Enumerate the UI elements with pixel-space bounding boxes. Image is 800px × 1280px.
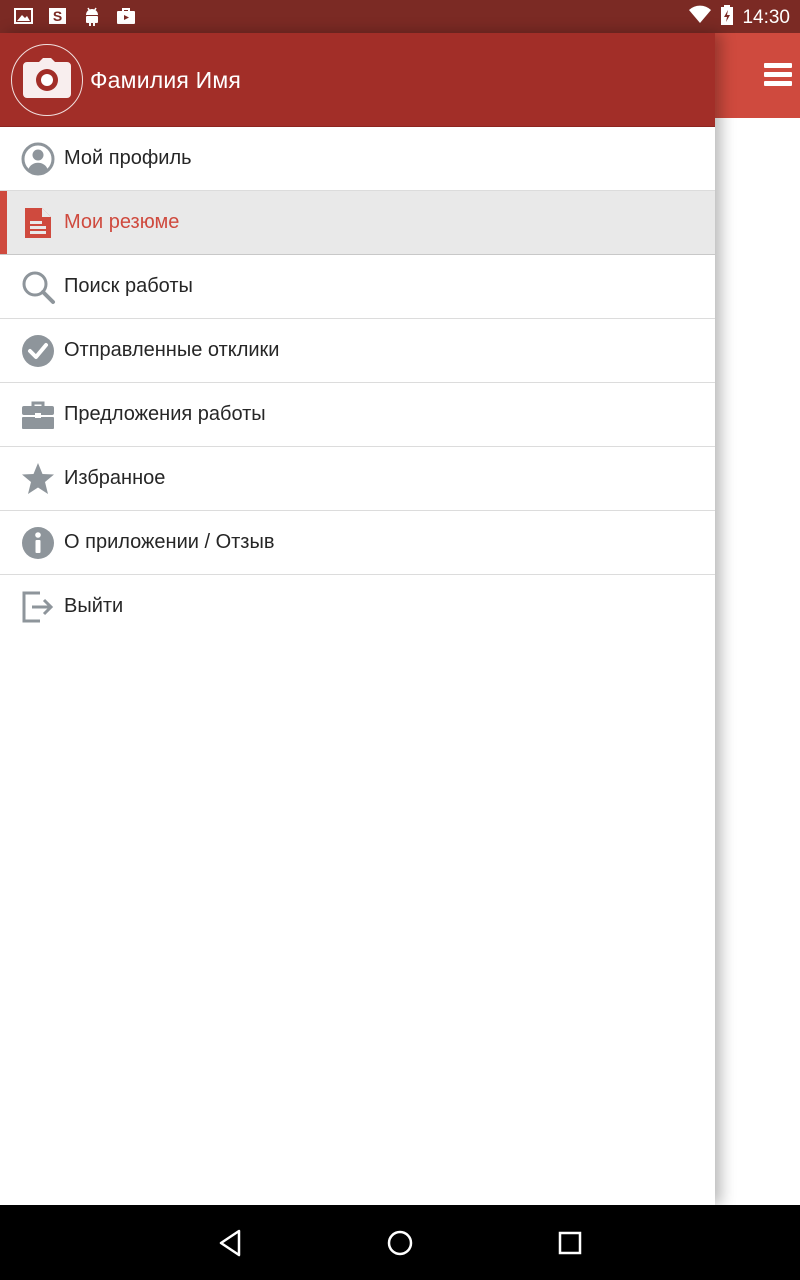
profile-icon — [20, 141, 56, 177]
navigation-drawer: Фамилия Имя Мой профиль Мои резюме Поиск… — [0, 33, 715, 1205]
logout-icon — [20, 589, 56, 625]
notification-icons: S — [14, 5, 136, 27]
menu-item-job-search[interactable]: Поиск работы — [0, 255, 715, 319]
menu-item-label: Поиск работы — [64, 275, 193, 297]
briefcase-icon — [20, 397, 56, 433]
store-icon — [116, 5, 136, 27]
battery-icon — [720, 4, 734, 31]
system-icons: 14:30 — [688, 4, 790, 31]
menu-item-profile[interactable]: Мой профиль — [0, 127, 715, 191]
menu-item-label: О приложении / Отзыв — [64, 531, 275, 553]
menu-item-job-offers[interactable]: Предложения работы — [0, 383, 715, 447]
info-icon — [20, 525, 56, 561]
home-icon[interactable] — [384, 1227, 416, 1259]
clock: 14:30 — [742, 6, 790, 28]
svg-text:S: S — [53, 8, 62, 24]
menu-item-resumes[interactable]: Мои резюме — [0, 191, 715, 255]
app-toolbar — [715, 33, 800, 118]
search-icon — [20, 269, 56, 305]
menu-item-favorites[interactable]: Избранное — [0, 447, 715, 511]
hamburger-menu-icon[interactable] — [764, 63, 792, 87]
avatar[interactable] — [11, 44, 83, 116]
star-icon — [20, 461, 56, 497]
menu-item-logout[interactable]: Выйти — [0, 575, 715, 639]
menu-item-about-feedback[interactable]: О приложении / Отзыв — [0, 511, 715, 575]
document-icon — [20, 205, 56, 241]
navigation-bar — [0, 1205, 800, 1280]
menu-item-label: Отправленные отклики — [64, 339, 280, 361]
drawer-menu: Мой профиль Мои резюме Поиск работы Отпр… — [0, 127, 715, 639]
user-name: Фамилия Имя — [90, 67, 242, 93]
image-icon — [14, 5, 34, 27]
menu-item-label: Предложения работы — [64, 403, 266, 425]
s-app-icon: S — [48, 5, 68, 27]
status-bar: S 14:30 — [0, 0, 800, 33]
wifi-icon — [688, 4, 712, 31]
menu-item-label: Мой профиль — [64, 147, 192, 169]
menu-item-label: Мои резюме — [64, 211, 180, 233]
check-circle-icon — [20, 333, 56, 369]
menu-item-sent-responses[interactable]: Отправленные отклики — [0, 319, 715, 383]
menu-item-label: Выйти — [64, 595, 124, 617]
camera-icon — [23, 57, 71, 103]
recents-icon[interactable] — [554, 1227, 586, 1259]
menu-item-label: Избранное — [64, 467, 166, 489]
back-icon[interactable] — [214, 1227, 246, 1259]
drawer-header: Фамилия Имя — [0, 33, 715, 127]
android-icon — [82, 5, 102, 27]
